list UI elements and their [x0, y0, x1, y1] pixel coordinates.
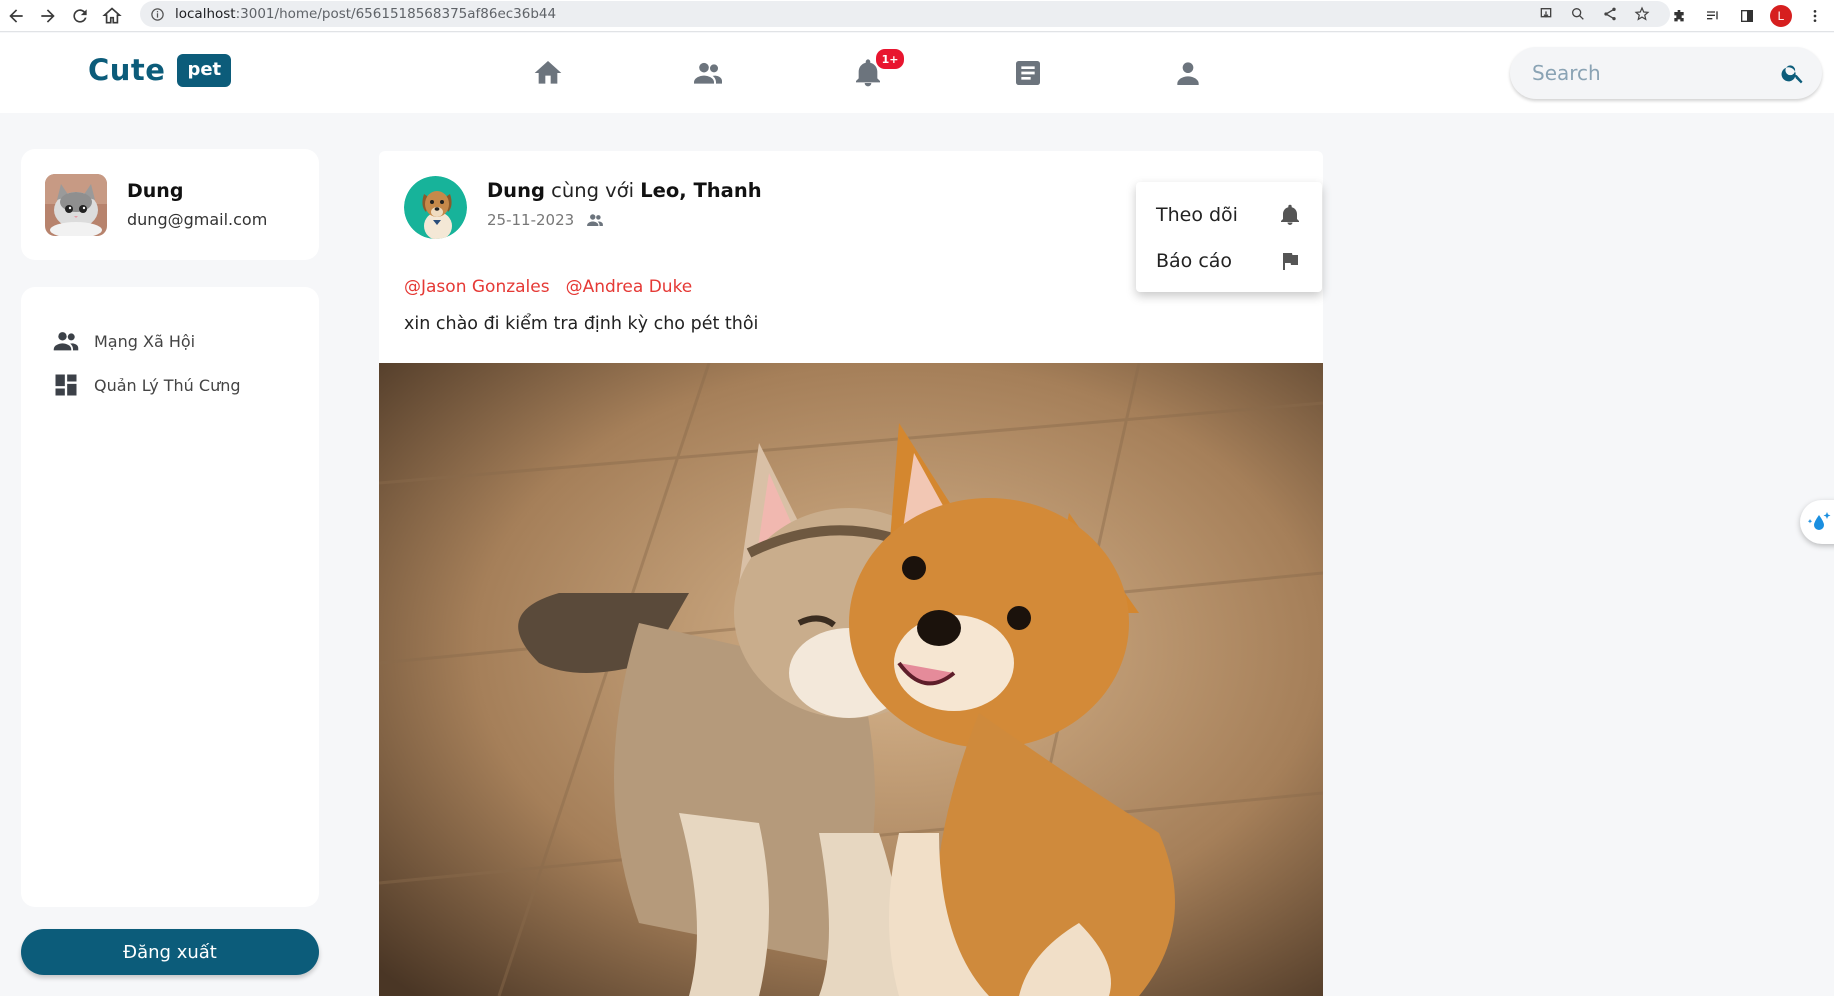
- nav-posts[interactable]: [1008, 53, 1048, 93]
- sidebar-item-social[interactable]: Mạng Xã Hội: [21, 319, 319, 363]
- menu-item-label: Báo cáo: [1156, 250, 1233, 272]
- sidebar-item-label: Mạng Xã Hội: [94, 331, 196, 351]
- post-tagged-names[interactable]: Leo, Thanh: [640, 179, 761, 202]
- mention-link[interactable]: @Andrea Duke: [566, 277, 693, 297]
- group-icon: [53, 332, 79, 351]
- article-icon: [1016, 61, 1040, 85]
- search-input[interactable]: [1532, 61, 1772, 85]
- logo[interactable]: Cute pet: [88, 53, 232, 87]
- address-bar[interactable]: localhost:3001/home/post/6561518568375af…: [140, 1, 1670, 27]
- browser-toolbar: localhost:3001/home/post/6561518568375af…: [0, 0, 1834, 32]
- sidebar-item-label: Quản Lý Thú Cưng: [94, 375, 241, 395]
- extensions-icon[interactable]: [1666, 3, 1692, 29]
- post-meta: 25-11-2023: [487, 211, 604, 229]
- logo-badge: pet: [177, 53, 232, 87]
- search-icon[interactable]: [1780, 60, 1806, 86]
- bell-icon: [1281, 204, 1299, 225]
- info-icon[interactable]: [150, 7, 165, 22]
- menu-item-label: Theo dõi: [1156, 204, 1238, 226]
- nav-home[interactable]: [528, 53, 568, 93]
- post-author-avatar[interactable]: [404, 176, 467, 239]
- install-icon[interactable]: [1536, 1, 1566, 27]
- app-header: Cute pet 1+: [0, 33, 1834, 113]
- person-icon: [1177, 62, 1199, 85]
- profile-initial: L: [1770, 5, 1792, 27]
- reading-list-icon[interactable]: [1700, 3, 1726, 29]
- floating-extension-widget[interactable]: [1800, 500, 1834, 544]
- dashboard-icon: [55, 374, 77, 396]
- sidebar-menu: Mạng Xã Hội Quản Lý Thú Cưng: [21, 287, 319, 907]
- mention-link[interactable]: @Jason Gonzales: [404, 277, 550, 297]
- search-box: [1510, 47, 1822, 99]
- bookmark-star-icon[interactable]: [1632, 1, 1662, 27]
- nav-profile[interactable]: [1168, 53, 1208, 93]
- logout-button[interactable]: Đăng xuất: [21, 929, 319, 975]
- post-with-text: cùng với: [551, 179, 635, 202]
- reload-icon[interactable]: [64, 0, 96, 32]
- menu-item-report[interactable]: Báo cáo: [1136, 238, 1322, 284]
- zoom-icon[interactable]: [1568, 1, 1598, 27]
- url-text: localhost:3001/home/post/6561518568375af…: [175, 6, 556, 22]
- forward-arrow-icon[interactable]: [32, 0, 64, 32]
- share-icon[interactable]: [1600, 1, 1630, 27]
- flag-icon: [1283, 253, 1298, 270]
- nav-friends[interactable]: [688, 53, 728, 93]
- nav-notifications[interactable]: 1+: [848, 49, 904, 93]
- profile-card[interactable]: Dung dung@gmail.com: [21, 149, 319, 260]
- sparkle-drop-icon: [1807, 512, 1831, 530]
- profile-name: Dung: [127, 180, 184, 202]
- profile-info: Dung dung@gmail.com: [127, 180, 267, 229]
- post-tags: @Jason Gonzales @Andrea Duke: [404, 277, 692, 297]
- sidebar-item-pet-management[interactable]: Quản Lý Thú Cưng: [21, 363, 319, 407]
- post-author-line: Dung cùng với Leo, Thanh: [487, 179, 762, 202]
- menu-item-follow[interactable]: Theo dõi: [1136, 192, 1322, 238]
- kebab-menu-icon[interactable]: [1802, 3, 1828, 29]
- url-host: localhost: [175, 6, 236, 22]
- profile-email: dung@gmail.com: [127, 210, 268, 229]
- side-panel-icon[interactable]: [1734, 3, 1760, 29]
- logo-text: Cute: [88, 53, 166, 87]
- friends-icon: [694, 62, 722, 84]
- home-icon: [534, 61, 562, 84]
- notification-badge: 1+: [876, 49, 904, 69]
- post-author-name[interactable]: Dung: [487, 179, 545, 202]
- post-options-menu: Theo dõi Báo cáo: [1136, 182, 1322, 292]
- post-date: 25-11-2023: [487, 211, 575, 229]
- avatar: [45, 173, 107, 236]
- post-content: xin chào đi kiểm tra định kỳ cho pét thô…: [404, 314, 759, 334]
- back-arrow-icon[interactable]: [0, 0, 32, 32]
- home-browser-icon[interactable]: [96, 0, 128, 32]
- friends-privacy-icon: [587, 214, 604, 226]
- post-image[interactable]: [379, 363, 1323, 996]
- profile-avatar-browser[interactable]: L: [1768, 3, 1794, 29]
- url-path: :3001/home/post/6561518568375af86ec36b44: [235, 6, 557, 22]
